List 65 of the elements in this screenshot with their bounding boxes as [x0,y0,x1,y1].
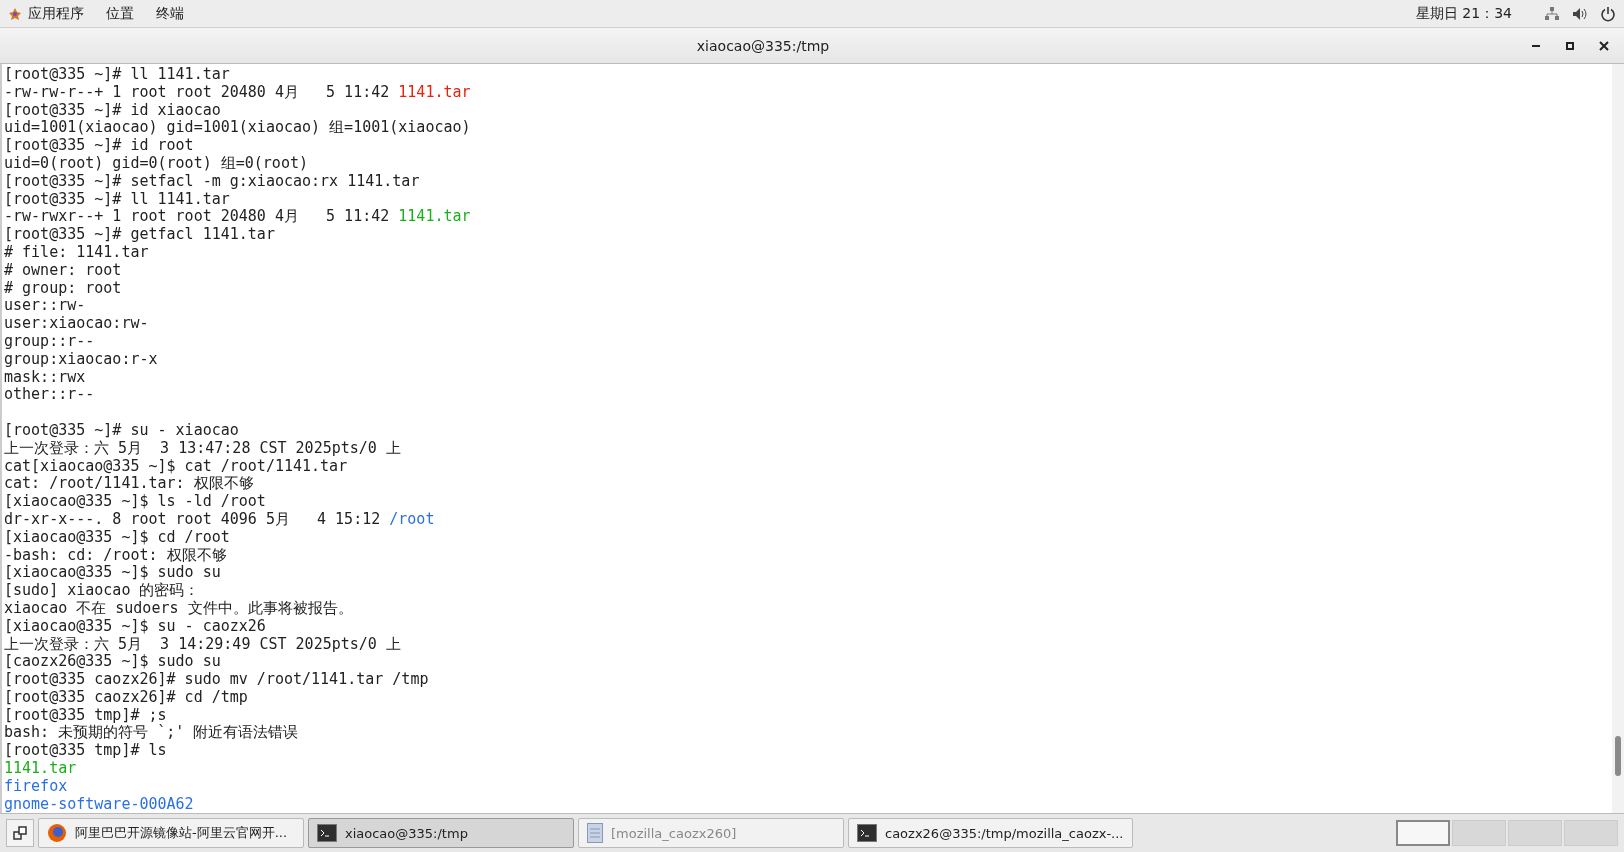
terminal-line: -rw-rwxr--+ 1 root root 20480 4月 5 11:42 1141.tar [4,208,471,227]
taskbar-button[interactable]: 阿里巴巴开源镜像站-阿里云官网开... [38,818,304,848]
menu-item[interactable]: 应用程序 [28,4,84,23]
terminal-line: 1141.tar [4,760,77,778]
terminal-line: group::r-- [4,332,95,351]
terminal-line: 上一次登录：六 5月 3 13:47:28 CST 2025pts/0 上 [4,439,401,458]
terminal-line: group:xiaocao:r-x [4,350,158,369]
terminal-line: 上一次登录：六 5月 3 14:29:49 CST 2025pts/0 上 [4,635,401,654]
terminal-line: [sudo] xiaocao 的密码： [4,582,200,600]
taskbar-button[interactable]: caozx26@335:/tmp/mozilla_caozx-... [848,818,1133,848]
terminal-line: xiaocao 不在 sudoers 文件中。此事将被报告。 [4,599,353,618]
terminal-line: [root@335 tmp]# ;s [4,706,167,724]
terminal-icon [317,824,337,842]
scrollbar-thumb[interactable] [1615,736,1621,776]
terminal-icon [857,824,877,842]
terminal-line: [root@335 ~]# getfacl 1141.tar [4,226,275,244]
terminal-line: [root@335 ~]# id xiaocao [4,101,221,120]
terminal-line: # group: root [4,279,122,298]
terminal-line: user::rw- [4,297,86,316]
terminal-line: [xiaocao@335 ~]$ su - caozx26 [4,617,266,636]
maximize-icon [1566,41,1574,50]
terminal-line: [root@335 tmp]# ls [4,742,167,761]
terminal-line: uid=0(root) gid=0(root) 组=0(root) [4,155,308,173]
terminal-line: mask::rwx [4,368,86,387]
workspace-thumbnail[interactable] [1396,820,1450,846]
terminal-line: [root@335 caozx26]# cd /tmp [4,688,248,707]
terminal-line: user:xiaocao:rw- [4,315,149,333]
terminal-line: [root@335 ~]# ll 1141.tar [4,190,230,209]
taskbar-button[interactable]: xiaocao@335:/tmp [308,818,574,848]
terminal-line: [root@335 ~]# setfacl -m g:xiaocao:rx 1141.tar [4,172,420,191]
workspace-thumbnail[interactable] [1452,820,1506,846]
terminal-line: uid=1001(xiaocao) gid=1001(xiaocao) 组=1001(xiaocao) [4,119,471,138]
terminal-line: [xiaocao@335 ~]$ sudo su [4,564,221,582]
terminal-line: [root@335 ~]# id root [4,137,194,155]
menu-item[interactable]: 位置 [106,4,134,23]
terminal-line: [root@335 ~]# ll 1141.tar [4,66,230,84]
terminal-line: -bash: cd: /root: 权限不够 [4,546,227,565]
document-icon [587,823,603,843]
apps-icon [8,6,22,21]
clock[interactable]: 星期日 21：34 [1415,4,1512,23]
close-icon [1599,40,1609,51]
terminal-line: [caozx26@335 ~]$ sudo su [4,653,221,672]
terminal-line: # file: 1141.tar [4,243,149,262]
workspace-thumbnail[interactable] [1564,820,1618,846]
workspace-thumbnail[interactable] [1508,820,1562,846]
menu-item[interactable]: 终端 [156,4,184,23]
browser-icon [47,823,67,843]
terminal-line: bash: 未预期的符号 `;' 附近有语法错误 [4,724,299,743]
terminal-line: -rw-rw-r--+ 1 root root 20480 4月 5 11:42 1141.tar [4,83,471,102]
terminal-line: firefox [4,777,68,796]
terminal-line: gnome-software-000A62 [4,795,194,813]
minimize-icon [1532,44,1540,47]
terminal-line: cat[xiaocao@335 ~]$ cat /root/1141.tar [4,457,348,476]
power-icon[interactable] [1600,5,1616,22]
window-title: xiaocao@335:/tmp [695,37,831,54]
terminal-line: cat: /root/1141.tar: 权限不够 [4,475,254,494]
terminal-line: dr-xr-x---. 8 root root 4096 5月 4 15:12 /root [4,510,435,529]
terminal-line: [root@335 caozx26]# sudo mv /root/1141.tar /tmp [4,671,429,689]
terminal-line: [root@335 ~]# su - xiaocao [4,421,239,440]
terminal-line: other::r-- [4,386,95,405]
terminal-line: [xiaocao@335 ~]$ ls -ld /root [4,493,266,511]
terminal-line: # owner: root [4,261,122,280]
network-icon[interactable] [1544,5,1560,22]
show-desktop-icon[interactable] [6,819,34,847]
terminal-line: [xiaocao@335 ~]$ cd /root [4,528,230,547]
